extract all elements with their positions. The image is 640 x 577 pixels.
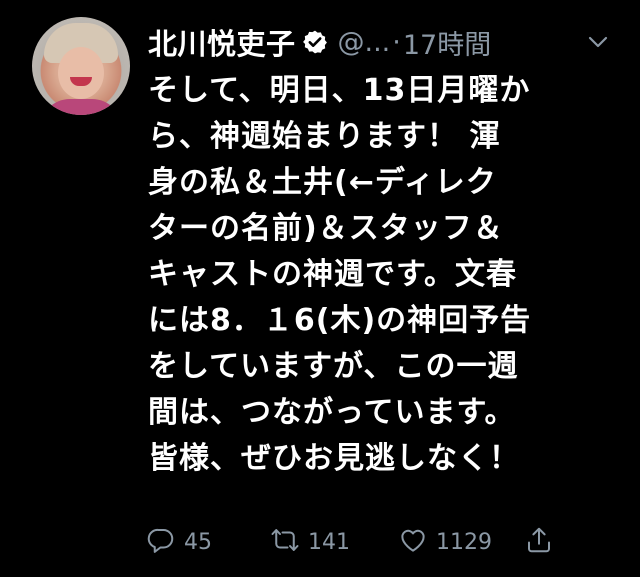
retweet-icon [270,525,300,559]
reply-button[interactable]: 45 [146,522,212,562]
tweet-text-line: 皆様、ぜひお見逃しなく！ [148,441,520,476]
avatar-face [58,47,104,99]
tweet-text-line: 間は、つながっています。 [148,395,516,430]
avatar-shoulder [40,99,122,115]
reply-icon [146,525,176,559]
like-button[interactable]: 1129 [398,522,492,562]
tweet-text-line: ら、神週始まります！ 渾 [148,119,501,154]
verified-badge-icon [302,29,328,55]
share-icon [524,525,554,559]
tweet-text: そして、明日、13日月曜か ら、神週始まります！ 渾 身の私＆土井(←ディレク … [148,68,610,482]
retweet-count: 141 [308,529,350,555]
tweet-text-line: には8．１6(木)の神回予告 [148,303,532,338]
chevron-down-icon[interactable] [586,30,610,54]
heart-icon [398,525,428,559]
tweet-text-line: ターの名前)＆スタッフ＆ [148,211,504,246]
tweet-card[interactable]: 北川悦吏子 @... · 17時間 そして、明日、13日月曜か ら、神週始まりま… [0,0,640,577]
avatar[interactable] [32,17,130,115]
tweet-actions: 45 141 1129 [146,522,606,562]
timestamp[interactable]: 17時間 [403,23,491,62]
tweet-text-line: キャストの神週です。文春 [148,257,517,292]
tweet-text-line: をしていますが、この一週 [148,349,519,384]
header-separator: · [392,26,401,58]
reply-count: 45 [184,529,212,555]
share-button[interactable] [524,522,554,562]
tweet-text-line: 身の私＆土井(←ディレク [148,165,497,200]
tweet-text-line: そして、明日、13日月曜か [148,73,531,108]
tweet-header: 北川悦吏子 @... · 17時間 [148,18,618,66]
like-count: 1129 [436,529,492,555]
display-name[interactable]: 北川悦吏子 [148,21,296,63]
user-handle[interactable]: @... [338,27,391,58]
retweet-button[interactable]: 141 [270,522,350,562]
